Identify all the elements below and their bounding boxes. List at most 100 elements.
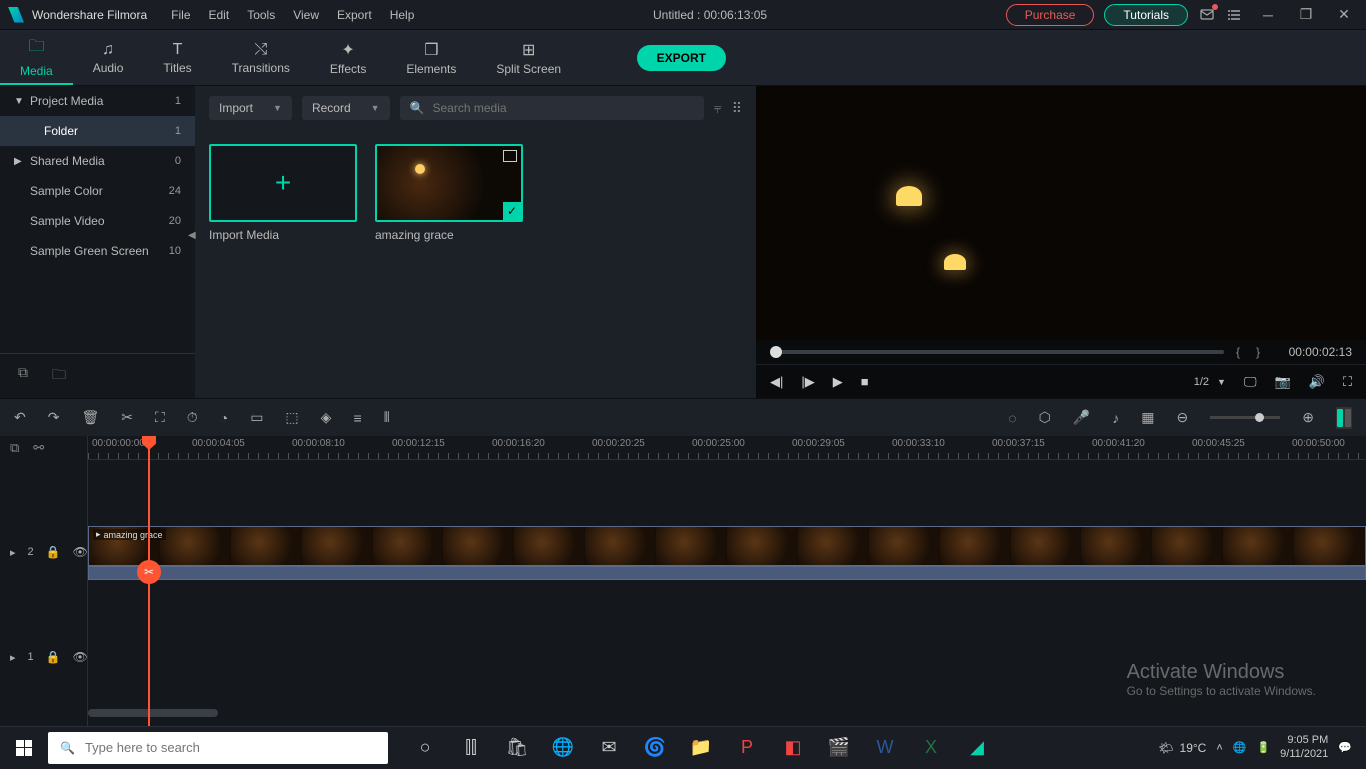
- link-icon[interactable]: ⚯: [33, 440, 44, 456]
- stop-icon[interactable]: ■: [861, 374, 869, 389]
- import-thumb[interactable]: +: [209, 144, 357, 222]
- menu-help[interactable]: Help: [390, 8, 415, 22]
- edge-icon[interactable]: 🌀: [634, 727, 676, 769]
- word-icon[interactable]: W: [864, 727, 906, 769]
- maximize-button[interactable]: ❐: [1292, 6, 1320, 23]
- menu-edit[interactable]: Edit: [209, 8, 230, 22]
- import-media-card[interactable]: + Import Media: [209, 144, 357, 242]
- speed-icon[interactable]: ⏱: [187, 409, 198, 426]
- horizontal-scrollbar[interactable]: [88, 709, 218, 717]
- menu-tools[interactable]: Tools: [247, 8, 275, 22]
- cortana-icon[interactable]: ○: [404, 727, 446, 769]
- tab-audio[interactable]: ♫ Audio: [73, 30, 144, 85]
- excel-icon[interactable]: X: [910, 727, 952, 769]
- message-icon[interactable]: [1198, 6, 1216, 24]
- clock[interactable]: 9:05 PM 9/11/2021: [1280, 734, 1328, 760]
- tab-effects[interactable]: ✦ Effects: [310, 30, 386, 85]
- export-button[interactable]: EXPORT: [637, 45, 726, 71]
- split-icon[interactable]: ✂: [121, 409, 133, 426]
- tab-titles[interactable]: T Titles: [143, 30, 211, 85]
- close-button[interactable]: ✕: [1330, 6, 1358, 23]
- grid-view-icon[interactable]: ⠿: [732, 100, 742, 117]
- video-track-2[interactable]: ▸amazing grace: [88, 520, 1366, 584]
- crop-icon[interactable]: ⛶: [155, 409, 165, 426]
- pdf-icon[interactable]: P: [726, 727, 768, 769]
- purchase-button[interactable]: Purchase: [1006, 4, 1095, 26]
- media-clip-card[interactable]: ✓ amazing grace: [375, 144, 523, 242]
- seek-thumb[interactable]: [770, 346, 782, 358]
- video-icon[interactable]: 🎬: [818, 727, 860, 769]
- lock-icon[interactable]: 🔒: [46, 545, 61, 559]
- play-pause-icon[interactable]: |▶: [801, 374, 814, 390]
- folder-icon[interactable]: 🗀: [52, 364, 66, 388]
- store-icon[interactable]: 🛍: [496, 727, 538, 769]
- adjust-icon[interactable]: ≡: [353, 410, 361, 426]
- display-icon[interactable]: 🖵: [1244, 374, 1257, 390]
- sidebar-item-shared-media[interactable]: ▶ Shared Media 0: [0, 146, 195, 176]
- delete-icon[interactable]: 🗑: [81, 409, 99, 426]
- preview-ratio-dropdown[interactable]: 1/2 ▼: [1194, 376, 1226, 388]
- weather-widget[interactable]: 🌤 19°C: [1158, 741, 1206, 755]
- taskbar-search-input[interactable]: [85, 740, 376, 755]
- tray-chevron-icon[interactable]: ˄: [1216, 742, 1222, 754]
- mark-in-icon[interactable]: {: [1236, 345, 1240, 359]
- sidebar-collapse-icon[interactable]: ◀: [188, 230, 196, 241]
- undo-icon[interactable]: ↶: [14, 409, 26, 426]
- audio-mixer-icon[interactable]: ♪: [1112, 410, 1119, 426]
- volume-icon[interactable]: 🔊: [1309, 374, 1325, 390]
- menu-view[interactable]: View: [293, 8, 319, 22]
- zoom-fit-icon[interactable]: [1336, 407, 1352, 429]
- tutorials-button[interactable]: Tutorials: [1104, 4, 1188, 26]
- motion-track-icon[interactable]: ⬚: [285, 409, 298, 426]
- zoom-out-icon[interactable]: ⊖: [1177, 409, 1189, 426]
- render-icon[interactable]: ◌: [1008, 410, 1016, 426]
- keyframe-icon[interactable]: ◈: [321, 409, 332, 426]
- tab-transitions[interactable]: ⤭ Transitions: [212, 30, 310, 85]
- zoom-in-icon[interactable]: ⊕: [1302, 409, 1314, 426]
- tab-splitscreen[interactable]: ⊞ Split Screen: [476, 30, 581, 85]
- audio-sync-icon[interactable]: ⦀: [384, 409, 390, 426]
- sidebar-item-project-media[interactable]: ▼ Project Media 1: [0, 86, 195, 116]
- visibility-icon[interactable]: 👁: [73, 650, 88, 664]
- snapshot-icon[interactable]: 📷: [1275, 374, 1291, 390]
- menu-file[interactable]: File: [171, 8, 190, 22]
- sidebar-item-folder[interactable]: Folder 1: [0, 116, 195, 146]
- filmora-icon[interactable]: ◢: [956, 727, 998, 769]
- new-folder-icon[interactable]: ⧉: [18, 364, 28, 388]
- lock-icon[interactable]: 🔒: [46, 650, 61, 664]
- fullscreen-icon[interactable]: ⛶: [1343, 374, 1352, 390]
- green-screen-icon[interactable]: ▭: [250, 409, 263, 426]
- search-input[interactable]: [433, 101, 694, 115]
- app-icon[interactable]: ◧: [772, 727, 814, 769]
- explorer-icon[interactable]: 📁: [680, 727, 722, 769]
- search-media-box[interactable]: 🔍: [400, 96, 704, 120]
- prev-frame-icon[interactable]: ◀|: [770, 374, 783, 390]
- filter-icon[interactable]: ⫧: [714, 100, 722, 117]
- clip-thumb[interactable]: ✓: [375, 144, 523, 222]
- tab-elements[interactable]: ❒ Elements: [386, 30, 476, 85]
- sidebar-item-sample-green-screen[interactable]: Sample Green Screen 10: [0, 236, 195, 266]
- start-button[interactable]: [0, 727, 48, 769]
- redo-icon[interactable]: ↷: [48, 409, 60, 426]
- import-dropdown[interactable]: Import ▼: [209, 96, 292, 120]
- preview-video[interactable]: [756, 86, 1366, 340]
- marker-icon[interactable]: ⬡: [1039, 409, 1051, 426]
- voiceover-icon[interactable]: 🎤: [1073, 409, 1090, 426]
- timeline-clip[interactable]: ▸amazing grace: [88, 526, 1366, 566]
- sidebar-item-sample-video[interactable]: Sample Video 20: [0, 206, 195, 236]
- zoom-slider[interactable]: [1210, 416, 1280, 419]
- seek-slider[interactable]: [770, 350, 1224, 354]
- split-cursor-icon[interactable]: ✂: [137, 560, 161, 584]
- list-icon[interactable]: [1226, 6, 1244, 24]
- record-dropdown[interactable]: Record ▼: [302, 96, 390, 120]
- network-icon[interactable]: 🌐: [1233, 741, 1247, 754]
- tracks-menu-icon[interactable]: ⧉: [10, 440, 19, 456]
- clip-audio-track[interactable]: [88, 566, 1366, 580]
- notifications-icon[interactable]: 💬: [1338, 741, 1352, 754]
- mail-icon[interactable]: ✉: [588, 727, 630, 769]
- minimize-button[interactable]: ─: [1254, 7, 1282, 23]
- sidebar-item-sample-color[interactable]: Sample Color 24: [0, 176, 195, 206]
- time-ruler[interactable]: 00:00:00:00 00:00:04:05 00:00:08:10 00:0…: [88, 436, 1366, 460]
- task-view-icon[interactable]: ⫿⫿: [450, 727, 492, 769]
- chrome-icon[interactable]: 🌐: [542, 727, 584, 769]
